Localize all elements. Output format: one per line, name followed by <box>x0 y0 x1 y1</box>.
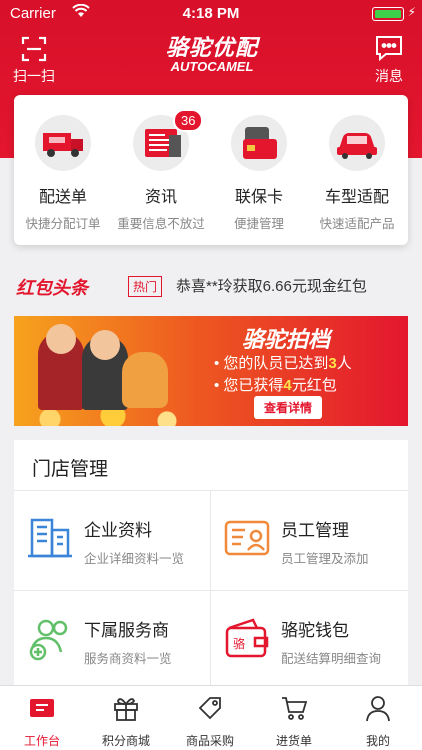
news-ticker[interactable]: 红包头条 热门 恭喜**玲获取6.66元现金红包 <box>0 260 422 310</box>
message-label: 消息 <box>375 68 403 84</box>
cart-icon <box>280 694 308 722</box>
banner-line1-suffix: 人 <box>336 355 352 372</box>
add-user-icon <box>26 614 74 662</box>
scan-label: 扫一扫 <box>13 68 55 84</box>
promo-banner[interactable]: 骆驼拍档 • 您的队员已达到3人 • 您已获得4元红包 查看详情 <box>14 316 408 426</box>
charging-icon: ⚡ <box>407 5 416 19</box>
feature-delivery[interactable]: 配送单 快捷分配订单 <box>14 115 112 232</box>
delivery-truck-icon <box>35 115 91 171</box>
scan-button[interactable]: 扫一扫 <box>10 36 58 86</box>
store-item-subtitle: 企业详细资料一览 <box>84 552 185 566</box>
banner-line2-prefix: • 您已获得 <box>214 377 284 394</box>
banner-line-members: • 您的队员已达到3人 <box>214 352 352 373</box>
feature-warranty[interactable]: 联保卡 便捷管理 <box>210 115 308 232</box>
tab-label: 积分商城 <box>101 734 150 748</box>
mascot-person-1 <box>38 324 84 410</box>
store-management-section: 门店管理 企业资料 企业详细资料一览 员工管理 员工管理及添加 下属服务商 服务… <box>14 440 408 690</box>
camel-mascot <box>122 352 168 408</box>
feature-vehicle-fit[interactable]: 车型适配 快速适配产品 <box>308 115 406 232</box>
svg-text:骆: 骆 <box>233 636 245 651</box>
tab-purchasing[interactable]: 商品采购 <box>168 694 252 749</box>
gift-icon <box>112 694 140 722</box>
banner-line1-value: 3 <box>328 355 337 372</box>
banner-title: 骆驼拍档 <box>242 327 331 352</box>
car-icon <box>329 115 385 171</box>
feature-card: 配送单 快捷分配订单 36 资讯 重要信息不放过 联保卡 便捷管理 车型适配 快… <box>14 95 408 245</box>
app-logo: 骆驼优配 AUTOCAMEL <box>150 36 274 78</box>
news-badge: 36 <box>173 109 204 132</box>
battery-icon <box>372 7 404 21</box>
feature-news[interactable]: 36 资讯 重要信息不放过 <box>112 109 210 232</box>
logo-text-cn: 骆驼优配 <box>165 35 258 60</box>
store-item-title: 下属服务商 <box>84 621 169 640</box>
store-item-title: 企业资料 <box>84 521 152 540</box>
feature-title: 资讯 <box>144 189 177 206</box>
banner-line2-suffix: 元红包 <box>291 377 337 394</box>
store-item-title: 员工管理 <box>281 521 349 540</box>
tab-label: 工作台 <box>23 734 60 748</box>
news-icon: 36 <box>133 109 204 171</box>
store-item-title: 骆驼钱包 <box>281 621 349 640</box>
status-bar: Carrier 4:18 PM ⚡ <box>0 0 422 28</box>
tab-stock-order[interactable]: 进货单 <box>252 694 336 749</box>
banner-line1-prefix: • 您的队员已达到 <box>214 355 329 372</box>
tab-label: 商品采购 <box>185 734 234 748</box>
building-icon <box>26 514 74 562</box>
feature-title: 车型适配 <box>324 189 389 206</box>
hot-tag: 热门 <box>128 276 163 297</box>
feature-title: 联保卡 <box>234 189 283 206</box>
message-button[interactable]: 消息 <box>366 34 412 86</box>
tab-profile[interactable]: 我的 <box>336 694 420 749</box>
banner-line-reward: • 您已获得4元红包 <box>214 374 337 395</box>
scan-icon <box>21 36 47 62</box>
store-item-company-info[interactable]: 企业资料 企业详细资料一览 <box>14 490 210 590</box>
tab-workbench[interactable]: 工作台 <box>0 694 84 749</box>
feature-subtitle: 快捷分配订单 <box>25 217 101 231</box>
feature-subtitle: 快速适配产品 <box>319 217 395 231</box>
store-item-subtitle: 服务商资料一览 <box>84 652 172 666</box>
wallet-icon: 骆 <box>223 614 271 662</box>
store-item-sub-providers[interactable]: 下属服务商 服务商资料一览 <box>14 590 210 690</box>
user-icon <box>364 694 392 722</box>
tag-icon <box>196 694 224 722</box>
store-item-subtitle: 员工管理及添加 <box>281 552 369 566</box>
news-ticker-text: 恭喜**玲获取6.66元现金红包 <box>176 278 367 295</box>
section-title: 门店管理 <box>32 459 109 480</box>
feature-subtitle: 便捷管理 <box>233 217 284 231</box>
message-icon <box>374 34 404 62</box>
view-details-button[interactable]: 查看详情 <box>254 396 323 419</box>
tab-bar: 工作台 积分商城 商品采购 进货单 我的 <box>0 685 422 750</box>
tab-points-mall[interactable]: 积分商城 <box>84 694 168 749</box>
clock-text: 4:18 PM <box>182 5 240 22</box>
feature-subtitle: 重要信息不放过 <box>117 217 205 231</box>
store-item-subtitle: 配送结算明细查询 <box>281 652 382 666</box>
warranty-card-icon <box>231 115 287 171</box>
workbench-icon <box>28 694 56 722</box>
store-item-staff[interactable]: 员工管理 员工管理及添加 <box>211 490 407 590</box>
tab-label: 进货单 <box>275 734 312 748</box>
feature-title: 配送单 <box>38 189 87 206</box>
tab-label: 我的 <box>365 734 390 748</box>
store-item-wallet[interactable]: 骆 骆驼钱包 配送结算明细查询 <box>211 590 407 690</box>
banner-line2-value: 4 <box>283 377 292 394</box>
news-ticker-heading: 红包头条 <box>16 278 88 298</box>
logo-text-en: AUTOCAMEL <box>170 59 254 74</box>
id-card-icon <box>223 514 271 562</box>
